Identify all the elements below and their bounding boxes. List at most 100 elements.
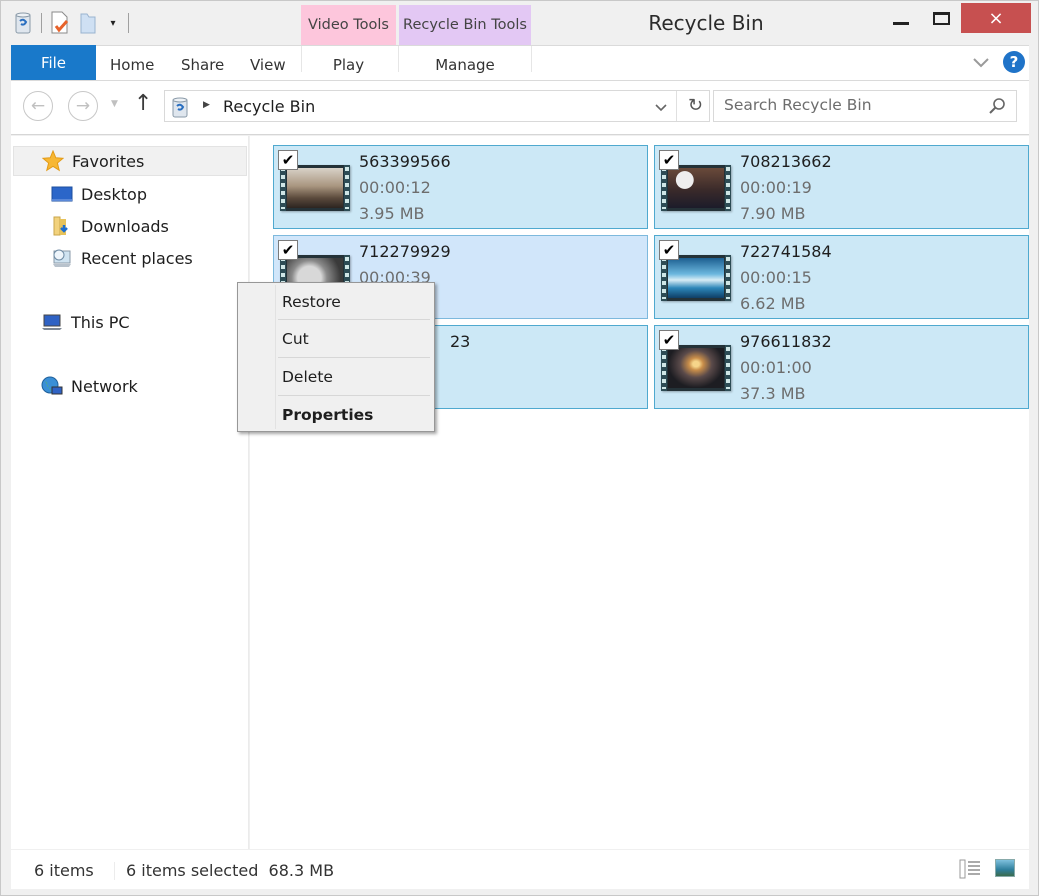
expand-ribbon-button[interactable] (971, 52, 991, 72)
minimize-button[interactable] (881, 3, 921, 33)
item-checkbox[interactable]: ✔ (659, 150, 679, 170)
new-folder-icon[interactable] (78, 11, 98, 35)
file-name: 708213662 (740, 152, 832, 171)
refresh-button[interactable]: ↻ (688, 95, 703, 116)
navigation-pane: Favorites Desktop Downloads Recent place… (11, 136, 249, 849)
maximize-icon (932, 11, 950, 25)
recent-locations-dropdown[interactable]: ▼ (111, 99, 118, 109)
network-icon (41, 375, 63, 397)
menu-item-properties[interactable]: Properties (276, 397, 432, 433)
tab-manage[interactable]: Manage (399, 56, 531, 74)
file-duration: 00:00:19 (740, 178, 812, 197)
desktop-icon (51, 183, 73, 205)
tab-view[interactable]: View (250, 56, 286, 74)
downloads-folder-icon (51, 215, 73, 237)
menu-separator (278, 357, 430, 358)
menu-separator (278, 395, 430, 396)
file-duration: 00:00:15 (740, 268, 812, 287)
file-tile[interactable]: ✔ 722741584 00:00:15 6.62 MB (654, 235, 1029, 319)
close-button[interactable]: × (961, 3, 1031, 33)
recycle-bin-icon[interactable] (13, 11, 33, 35)
video-thumbnail-icon (280, 165, 350, 211)
customize-qat-dropdown[interactable]: ▾ (106, 18, 120, 29)
status-divider (114, 862, 115, 880)
file-name: 712279929 (359, 242, 451, 261)
menu-item-delete[interactable]: Delete (276, 359, 432, 395)
sidebar-item-label: Favorites (72, 151, 145, 171)
explorer-window: ▾ Video Tools Recycle Bin Tools Recycle … (0, 0, 1039, 896)
status-bar: 6 items 6 items selected 68.3 MB (11, 849, 1029, 889)
sidebar-item-label: Downloads (81, 216, 169, 236)
quick-access-toolbar: ▾ (13, 9, 129, 37)
ribbon-tabs: File Home Share View Play Manage ? (11, 45, 1029, 81)
file-tile[interactable]: ✔ 976611832 00:01:00 37.3 MB (654, 325, 1029, 409)
breadcrumb-caret-icon[interactable]: ▶ (203, 100, 210, 110)
item-checkbox[interactable]: ✔ (659, 330, 679, 350)
sidebar-item-recent-places[interactable]: Recent places (51, 243, 193, 273)
minimize-icon (893, 21, 909, 25)
back-button[interactable]: ← (23, 91, 53, 121)
file-size: 6.62 MB (740, 294, 806, 313)
video-thumbnail-icon (661, 165, 731, 211)
computer-icon (41, 311, 63, 333)
item-checkbox[interactable]: ✔ (659, 240, 679, 260)
file-name: 563399566 (359, 152, 451, 171)
ribbon-divider (531, 46, 532, 72)
tab-home[interactable]: Home (110, 56, 154, 74)
chevron-down-icon (655, 104, 667, 112)
item-checkbox[interactable]: ✔ (278, 240, 298, 260)
file-size: 3.95 MB (359, 204, 425, 223)
tab-share[interactable]: Share (181, 56, 224, 74)
sidebar-item-label: Network (71, 376, 138, 396)
refresh-icon: ↻ (687, 95, 703, 116)
details-view-button[interactable] (959, 859, 981, 879)
sidebar-item-favorites[interactable]: Favorites (13, 146, 247, 176)
menu-separator (278, 319, 430, 320)
chevron-down-icon (973, 58, 989, 68)
sidebar-item-label: This PC (71, 312, 130, 332)
properties-icon[interactable] (50, 11, 70, 35)
recycle-bin-icon (171, 96, 189, 118)
title-bar: ▾ Video Tools Recycle Bin Tools Recycle … (1, 1, 1038, 45)
file-duration: 00:01:00 (740, 358, 812, 377)
sidebar-item-label: Recent places (81, 248, 193, 268)
address-divider (676, 91, 677, 121)
details-view-icon (959, 859, 980, 879)
sidebar-item-this-pc[interactable]: This PC (41, 307, 130, 337)
help-icon: ? (1009, 53, 1019, 71)
tab-file[interactable]: File (11, 45, 96, 80)
address-bar[interactable]: ▶ Recycle Bin ↻ (164, 90, 710, 122)
file-tile[interactable]: ✔ 563399566 00:00:12 3.95 MB (273, 145, 648, 229)
context-menu: Restore Cut Delete Properties (237, 282, 435, 432)
large-icons-view-button[interactable] (995, 859, 1015, 877)
sidebar-item-label: Desktop (81, 184, 147, 204)
tab-play[interactable]: Play (301, 56, 396, 74)
file-name: 976611832 (740, 332, 832, 351)
address-history-dropdown[interactable] (651, 97, 671, 117)
sidebar-item-downloads[interactable]: Downloads (51, 211, 169, 241)
search-box[interactable] (713, 90, 1017, 122)
window-title: Recycle Bin (648, 11, 764, 35)
search-input[interactable] (724, 96, 974, 114)
file-size: 37.3 MB (740, 384, 806, 403)
file-name: 722741584 (740, 242, 832, 261)
file-size: 7.90 MB (740, 204, 806, 223)
search-icon[interactable] (988, 97, 1006, 115)
video-tools-header: Video Tools (301, 5, 396, 45)
navigation-bar: ← → ▼ ↑ ▶ Recycle Bin ↻ (11, 81, 1029, 135)
breadcrumb-recycle-bin[interactable]: Recycle Bin (223, 97, 315, 116)
sidebar-item-network[interactable]: Network (41, 371, 138, 401)
up-button[interactable]: ↑ (134, 91, 152, 116)
menu-item-cut[interactable]: Cut (276, 321, 432, 357)
sidebar-item-desktop[interactable]: Desktop (51, 179, 147, 209)
maximize-button[interactable] (923, 3, 959, 33)
file-name: 23 (450, 332, 471, 351)
item-checkbox[interactable]: ✔ (278, 150, 298, 170)
help-button[interactable]: ? (1003, 51, 1025, 73)
menu-item-restore[interactable]: Restore (276, 284, 432, 320)
forward-button[interactable]: → (68, 91, 98, 121)
recent-places-icon (51, 247, 73, 269)
file-tile[interactable]: ✔ 708213662 00:00:19 7.90 MB (654, 145, 1029, 229)
item-count: 6 items (34, 861, 94, 880)
forward-arrow-icon: → (75, 96, 91, 116)
